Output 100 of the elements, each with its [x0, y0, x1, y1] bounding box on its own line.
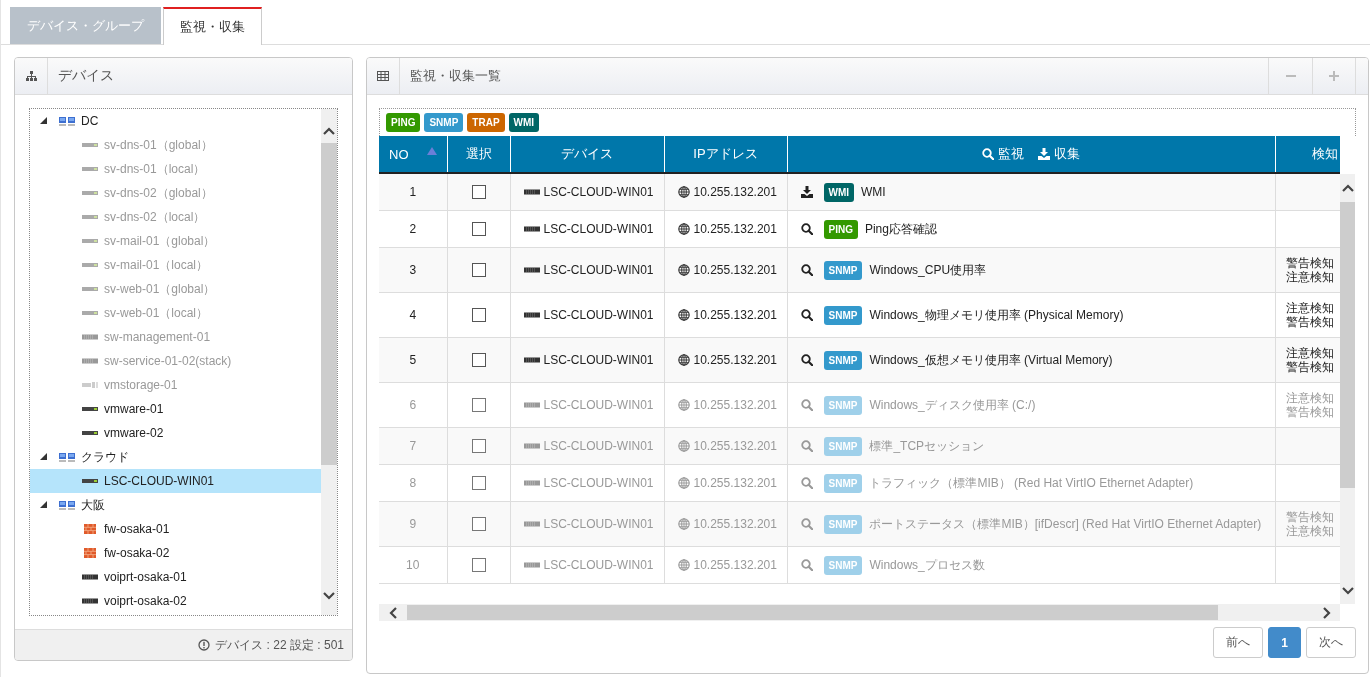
legend-badge: PING: [386, 113, 421, 132]
chevron-up-icon: [323, 126, 335, 136]
detection-text: 警告検知: [1285, 510, 1335, 524]
detection-text: 注意検知: [1285, 346, 1335, 360]
checkbox[interactable]: [471, 185, 486, 200]
server-icon: [82, 190, 98, 196]
row-number: 10: [406, 558, 420, 572]
expand-caret-icon[interactable]: [40, 453, 47, 461]
group-icon: [59, 452, 75, 462]
detection-text: 注意検知: [1285, 391, 1335, 405]
chevron-up-icon: [1341, 183, 1354, 193]
pagination-button[interactable]: 1: [1268, 627, 1301, 658]
ip-address: 10.255.132.201: [693, 263, 777, 277]
tree-item[interactable]: voiprt-osaka-02: [30, 589, 321, 613]
tree-item[interactable]: voiprt-osaka-01: [30, 565, 321, 589]
globe-icon: [677, 186, 690, 198]
search-icon: [800, 518, 813, 530]
device-name: LSC-CLOUD-WIN01: [543, 185, 654, 199]
expand-caret-icon[interactable]: [40, 501, 47, 509]
column-header[interactable]: NO: [389, 146, 409, 162]
protocol-badge: SNMP: [823, 305, 863, 325]
monitor-name: Windows_物理メモリ使用率 (Physical Memory): [869, 306, 1124, 324]
column-header[interactable]: デバイス: [561, 145, 613, 163]
protocol-badge: SNMP: [823, 436, 863, 456]
row-number: 5: [409, 353, 417, 367]
row-number: 1: [409, 185, 417, 199]
ip-address: 10.255.132.201: [693, 222, 777, 236]
plus-icon: [1329, 71, 1339, 81]
tab[interactable]: 監視・収集: [163, 7, 262, 45]
ip-address: 10.255.132.201: [693, 308, 777, 322]
monitor-name: ポートステータス（標準MIB）[ifDescr] (Red Hat VirtIO Ethernet Adapter): [869, 515, 1262, 533]
globe-icon: [677, 559, 690, 571]
protocol-badge: SNMP: [823, 350, 863, 370]
detection-text: 警告検知: [1285, 360, 1335, 374]
protocol-badge: PING: [823, 219, 858, 239]
globe-icon: [677, 440, 690, 452]
search-icon: [800, 477, 813, 489]
server-icon: [82, 166, 98, 172]
pagination-button[interactable]: 次へ: [1306, 627, 1356, 658]
monitor-name: Windows_ディスク使用率 (C:/): [869, 396, 1036, 414]
checkbox[interactable]: [471, 263, 486, 278]
switch-icon: [523, 521, 540, 527]
globe-icon: [677, 399, 690, 411]
switch-icon: [523, 189, 540, 195]
detection-text: 警告検知: [1285, 315, 1335, 329]
monitor-name: Windows_プロセス数: [869, 556, 985, 574]
server-icon: [82, 478, 98, 484]
detection-text: 注意検知: [1285, 301, 1335, 315]
chevron-right-icon: [1321, 606, 1331, 619]
device-name: LSC-CLOUD-WIN01: [543, 439, 654, 453]
device-name: LSC-CLOUD-WIN01: [543, 222, 654, 236]
legend-badge: TRAP: [467, 113, 505, 132]
minus-icon: [1285, 75, 1296, 77]
tree-item[interactable]: LSC-CLOUD-WIN01: [30, 469, 321, 493]
detection-text: 注意検知: [1285, 524, 1335, 538]
tree-group-row[interactable]: クラウド: [30, 445, 321, 469]
panel-title: デバイス: [58, 67, 114, 85]
column-header[interactable]: 収集: [1054, 145, 1080, 163]
server-icon: [82, 286, 98, 292]
tree-item[interactable]: fw-osaka-01: [30, 517, 321, 541]
protocol-badge: SNMP: [823, 473, 863, 493]
tree-group-row[interactable]: DC: [30, 109, 321, 133]
switch-icon: [82, 598, 98, 604]
row-number: 6: [409, 398, 417, 412]
scrollbar-thumb[interactable]: [407, 605, 1218, 620]
device-name: LSC-CLOUD-WIN01: [543, 476, 654, 490]
search-icon: [800, 354, 813, 366]
legend-badge: WMI: [508, 113, 540, 132]
ip-address: 10.255.132.201: [693, 185, 777, 199]
tree-group-row[interactable]: 大阪: [30, 493, 321, 517]
chevron-down-icon: [1341, 585, 1354, 595]
monitor-name: トラフィック（標準MIB） (Red Hat VirtIO Ethernet Adapter): [869, 474, 1194, 492]
sort-ascending-icon: [426, 147, 437, 155]
server-icon: [82, 238, 98, 244]
download-icon: [1038, 148, 1050, 160]
detection-text: 警告検知: [1285, 256, 1335, 270]
globe-icon: [677, 518, 690, 530]
chevron-down-icon: [323, 590, 335, 600]
row-number: 3: [409, 263, 417, 277]
row-number: 8: [409, 476, 417, 490]
scrollbar-thumb[interactable]: [1340, 202, 1355, 488]
tree-item[interactable]: fw-osaka-02: [30, 541, 321, 565]
tree-item[interactable]: vmware-01: [30, 397, 321, 421]
search-icon: [800, 559, 813, 571]
checkbox[interactable]: [471, 222, 486, 237]
expand-caret-icon[interactable]: [40, 117, 47, 125]
protocol-badge: SNMP: [823, 555, 863, 575]
ip-address: 10.255.132.201: [693, 398, 777, 412]
device-name: LSC-CLOUD-WIN01: [543, 398, 654, 412]
switch-icon: [82, 358, 98, 364]
column-header[interactable]: 監視: [998, 145, 1024, 163]
tree-item[interactable]: vmware-02: [30, 421, 321, 445]
switch-icon: [523, 226, 540, 232]
switch-icon: [523, 443, 540, 449]
checkbox[interactable]: [471, 353, 486, 368]
scrollbar-thumb[interactable]: [321, 143, 337, 465]
switch-icon: [523, 480, 540, 486]
device-name: LSC-CLOUD-WIN01: [543, 308, 654, 322]
pagination-button[interactable]: 前へ: [1213, 627, 1264, 658]
checkbox[interactable]: [471, 308, 486, 323]
